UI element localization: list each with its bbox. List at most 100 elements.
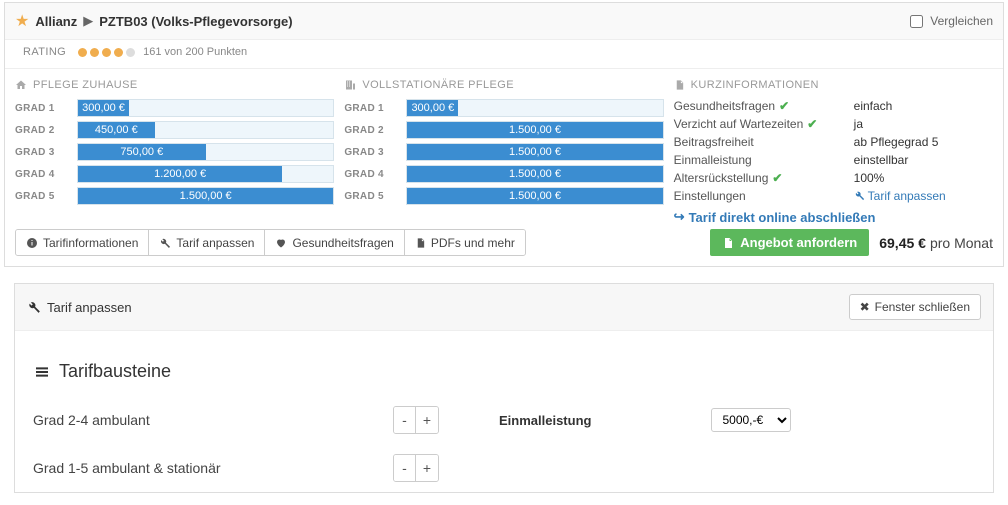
tab-group: TarifinformationenTarif anpassenGesundhe…	[15, 229, 526, 256]
einmal-label: Einmalleistung	[499, 413, 591, 428]
compare-toggle[interactable]: Vergleichen	[910, 14, 993, 28]
row-label: Grad 2-4 ambulant	[33, 412, 393, 428]
info-val: ja	[854, 117, 863, 131]
quantity-stepper[interactable]: - +	[393, 406, 439, 434]
info-val: einfach	[854, 99, 893, 113]
compare-checkbox[interactable]	[910, 15, 923, 28]
section-bausteine: Tarifbausteine	[33, 361, 975, 382]
info-val: ab Pflegegrad 5	[854, 135, 939, 149]
heart-icon	[275, 237, 287, 249]
chevron-right-icon: ▶	[83, 13, 93, 29]
bar-row: GRAD 1 300,00 €	[15, 99, 334, 117]
bar-track: 1.500,00 €	[406, 143, 663, 161]
check-icon: ✔	[779, 99, 789, 113]
tab-pdfs-und-mehr[interactable]: PDFs und mehr	[405, 230, 525, 255]
insurer-name: Allianz	[35, 14, 77, 29]
quantity-stepper[interactable]: - +	[393, 454, 439, 482]
bar-track: 300,00 €	[406, 99, 663, 117]
bar-row: GRAD 2450,00 €	[15, 121, 334, 139]
info-row: Verzicht auf Wartezeiten✔ja	[674, 117, 993, 131]
bar-track: 750,00 €	[77, 143, 334, 161]
bar-label: GRAD 3	[344, 147, 398, 158]
bar-label: GRAD 5	[15, 191, 69, 202]
tab-gesundheitsfragen[interactable]: Gesundheitsfragen	[265, 230, 404, 255]
bar-row: GRAD 1 300,00 €	[344, 99, 663, 117]
row-grad24-ambulant: Grad 2-4 ambulant - + Einmalleistung 500…	[33, 396, 975, 444]
stepper-plus[interactable]: +	[416, 455, 438, 481]
bar-track: 450,00 €	[77, 121, 334, 139]
panels: PFLEGE ZUHAUSE GRAD 1300,00 €GRAD 2450,0…	[5, 69, 1003, 229]
bar-fill: 300,00 €	[78, 100, 129, 116]
bar-row: GRAD 51.500,00 €	[344, 187, 663, 205]
info-key: Einstellungen	[674, 189, 854, 203]
info-val: einstellbar	[854, 153, 909, 167]
info-row: Gesundheitsfragen✔einfach	[674, 99, 993, 113]
tarif-anpassen-link[interactable]: Tarif anpassen	[854, 189, 946, 203]
bar-fill: 1.500,00 €	[78, 188, 333, 204]
stepper-minus[interactable]: -	[394, 455, 416, 481]
star-icon[interactable]: ★	[15, 11, 29, 31]
home-icon	[15, 79, 27, 91]
info-row: Beitragsfreiheitab Pflegegrad 5	[674, 135, 993, 149]
price: 69,45 € pro Monat	[879, 229, 993, 256]
bar-fill: 1.500,00 €	[407, 188, 662, 204]
bar-label: GRAD 4	[15, 169, 69, 180]
check-icon: ✔	[772, 171, 782, 185]
tab-tarifinformationen[interactable]: Tarifinformationen	[16, 230, 149, 255]
wrench-icon	[159, 237, 171, 249]
file-icon	[415, 237, 426, 249]
rating-score: 161 von 200 Punkten	[143, 46, 247, 58]
row-grad15-ambulant-stationaer: Grad 1-5 ambulant & stationär - +	[33, 444, 975, 492]
tabs-row: TarifinformationenTarif anpassenGesundhe…	[5, 229, 1003, 266]
adjust-header: Tarif anpassen ✖ Fenster schließen	[15, 284, 993, 331]
online-link[interactable]: ↪ Tarif direkt online abschließen	[674, 209, 993, 225]
bar-track: 300,00 €	[77, 99, 334, 117]
info-row: Altersrückstellung✔100%	[674, 171, 993, 185]
bar-fill: 1.500,00 €	[407, 144, 662, 160]
panel-home: PFLEGE ZUHAUSE GRAD 1300,00 €GRAD 2450,0…	[15, 79, 334, 225]
bar-track: 1.200,00 €	[77, 165, 334, 183]
adjust-card: Tarif anpassen ✖ Fenster schließen Tarif…	[14, 283, 994, 493]
info-val: 100%	[854, 171, 885, 185]
compare-label: Vergleichen	[930, 14, 993, 28]
rating-dots	[78, 48, 135, 57]
bar-row: GRAD 5 1.500,00 €	[15, 187, 334, 205]
bar-label: GRAD 1	[15, 103, 69, 114]
file-icon	[722, 236, 734, 250]
bar-track: 1.500,00 €	[77, 187, 334, 205]
file-icon	[674, 79, 685, 91]
bar-row: GRAD 4 1.200,00 €	[15, 165, 334, 183]
request-offer-button[interactable]: Angebot anfordern	[710, 229, 869, 256]
close-icon: ✖	[860, 300, 870, 314]
card-header: ★ Allianz ▶ PZTB03 (Volks-Pflegevorsorge…	[5, 3, 1003, 40]
bar-label: GRAD 3	[15, 147, 69, 158]
row-label: Grad 1-5 ambulant & stationär	[33, 460, 393, 476]
building-icon	[344, 79, 356, 91]
wrench-icon	[27, 300, 41, 314]
bar-fill: 450,00 €	[78, 122, 155, 138]
bar-row: GRAD 2 1.500,00 €	[344, 121, 663, 139]
bar-label: GRAD 1	[344, 103, 398, 114]
bar-row: GRAD 41.500,00 €	[344, 165, 663, 183]
check-icon: ✔	[807, 117, 817, 131]
bar-fill: 750,00 €	[78, 144, 206, 160]
info-row: Einmalleistungeinstellbar	[674, 153, 993, 167]
stepper-minus[interactable]: -	[394, 407, 416, 433]
plan-name: PZTB03 (Volks-Pflegevorsorge)	[99, 14, 292, 29]
panel-info-title: KURZINFORMATIONEN	[691, 79, 819, 91]
rating-label: RATING	[23, 46, 66, 58]
stepper-plus[interactable]: +	[416, 407, 438, 433]
info-key: Altersrückstellung✔	[674, 171, 854, 185]
close-window-button[interactable]: ✖ Fenster schließen	[849, 294, 981, 320]
tab-tarif-anpassen[interactable]: Tarif anpassen	[149, 230, 265, 255]
einmal-select[interactable]: 5000,-€	[711, 408, 791, 432]
bar-label: GRAD 2	[344, 125, 398, 136]
wrench-icon	[854, 189, 868, 203]
bar-track: 1.500,00 €	[406, 187, 663, 205]
rating-row: RATING 161 von 200 Punkten	[5, 40, 1003, 69]
bar-track: 1.500,00 €	[406, 121, 663, 139]
panel-stationary-title: VOLLSTATIONÄRE PFLEGE	[362, 79, 514, 91]
info-icon	[26, 237, 38, 249]
info-key: Verzicht auf Wartezeiten✔	[674, 117, 854, 131]
bar-fill: 1.500,00 €	[407, 122, 662, 138]
